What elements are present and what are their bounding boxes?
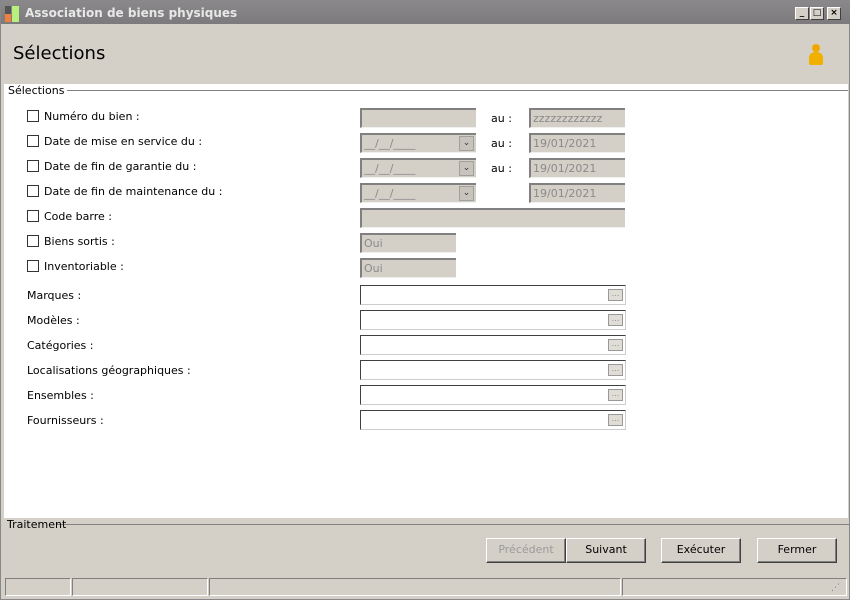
field-input[interactable]: Oui: [360, 258, 456, 278]
au-label: au :: [491, 112, 512, 125]
checkbox[interactable]: [27, 135, 39, 147]
browse-input[interactable]: ...: [360, 310, 626, 330]
maximize-button[interactable]: □: [810, 7, 824, 20]
browse-button[interactable]: ...: [608, 364, 623, 376]
minimize-button[interactable]: _: [795, 7, 809, 20]
date-from-combo[interactable]: __/__/____ ⌄: [360, 183, 476, 203]
date-from-combo[interactable]: __/__/____ ⌄: [360, 133, 476, 153]
au-label: au :: [491, 162, 512, 175]
field-label: Date de mise en service du :: [44, 135, 203, 148]
field-to-input[interactable]: 19/01/2021: [529, 158, 625, 178]
field-label: Code barre :: [44, 210, 112, 223]
date-from-combo[interactable]: __/__/____ ⌄: [360, 158, 476, 178]
checkbox[interactable]: [27, 110, 39, 122]
page-title: Sélections: [13, 43, 106, 64]
field-input[interactable]: Oui: [360, 233, 456, 253]
checkbox[interactable]: [27, 235, 39, 247]
previous-button[interactable]: Précédent: [486, 538, 566, 563]
checkbox[interactable]: [27, 260, 39, 272]
field-label: Marques :: [27, 289, 82, 302]
status-segment: [209, 578, 621, 596]
field-label: Inventoriable :: [44, 260, 124, 273]
field-label: Date de fin de maintenance du :: [44, 185, 223, 198]
status-segment: [5, 578, 71, 596]
field-to-input[interactable]: 19/01/2021: [529, 133, 625, 153]
checkbox[interactable]: [27, 185, 39, 197]
status-segment: [622, 578, 847, 596]
browse-input[interactable]: ...: [360, 285, 626, 305]
next-button[interactable]: Suivant: [566, 538, 646, 563]
field-label: Ensembles :: [27, 389, 94, 402]
field-label: Numéro du bien :: [44, 110, 140, 123]
browse-input[interactable]: ...: [360, 410, 626, 430]
browse-button[interactable]: ...: [608, 389, 623, 401]
field-label: Biens sortis :: [44, 235, 115, 248]
close-button[interactable]: ×: [827, 7, 841, 20]
browse-input[interactable]: ...: [360, 385, 626, 405]
resize-grip-icon[interactable]: ⋰: [831, 583, 840, 593]
browse-input[interactable]: ...: [360, 360, 626, 380]
close-form-button[interactable]: Fermer: [757, 538, 837, 563]
browse-input[interactable]: ...: [360, 335, 626, 355]
window-title: Association de biens physiques: [25, 6, 238, 20]
user-icon[interactable]: [807, 44, 825, 66]
field-label: Modèles :: [27, 314, 80, 327]
field-to-input[interactable]: zzzzzzzzzzzz: [529, 108, 625, 128]
chevron-down-icon[interactable]: ⌄: [459, 136, 474, 151]
status-segment: [72, 578, 208, 596]
field-label: Fournisseurs :: [27, 414, 104, 427]
field-to-input[interactable]: 19/01/2021: [529, 183, 625, 203]
browse-button[interactable]: ...: [608, 414, 623, 426]
traitement-legend: Traitement: [7, 518, 67, 531]
browse-button[interactable]: ...: [608, 289, 623, 301]
browse-button[interactable]: ...: [608, 339, 623, 351]
field-label: Catégories :: [27, 339, 94, 352]
execute-button[interactable]: Exécuter: [661, 538, 741, 563]
chevron-down-icon[interactable]: ⌄: [459, 161, 474, 176]
browse-button[interactable]: ...: [608, 314, 623, 326]
field-input[interactable]: [360, 208, 625, 228]
checkbox[interactable]: [27, 210, 39, 222]
au-label: au :: [491, 137, 512, 150]
app-logo-icon: [5, 6, 22, 22]
field-label: Date de fin de garantie du :: [44, 160, 197, 173]
field-input[interactable]: [360, 108, 476, 128]
checkbox[interactable]: [27, 160, 39, 172]
chevron-down-icon[interactable]: ⌄: [459, 186, 474, 201]
title-bar: Association de biens physiques _ □ ×: [1, 1, 850, 24]
field-label: Localisations géographiques :: [27, 364, 191, 377]
selections-legend: Sélections: [8, 84, 68, 97]
